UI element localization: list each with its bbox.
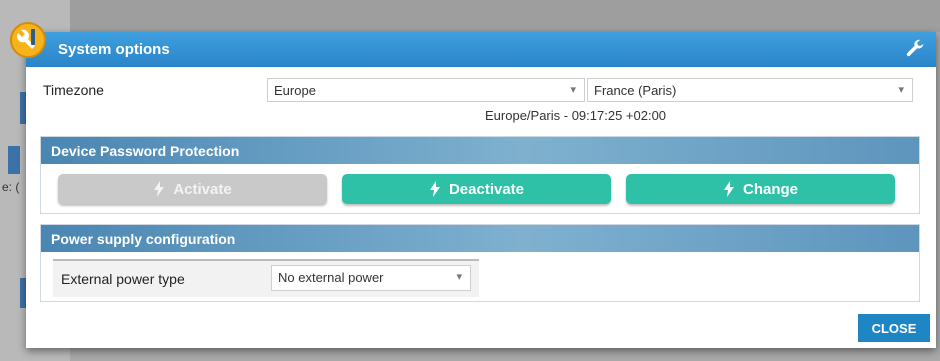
- timezone-region-select[interactable]: Europe ▾: [267, 78, 585, 102]
- background-app-text: e: (: [2, 180, 20, 194]
- deactivate-button[interactable]: Deactivate: [342, 174, 611, 204]
- deactivate-button-label: Deactivate: [448, 180, 525, 198]
- dialog-titlebar: System options: [26, 32, 936, 67]
- timezone-label: Timezone: [43, 82, 104, 98]
- background-app-button: [8, 146, 20, 174]
- bolt-icon: [429, 181, 440, 197]
- system-options-dialog: System options Timezone Europe ▾ France …: [10, 22, 936, 348]
- external-power-label: External power type: [61, 271, 185, 287]
- timezone-region-value: Europe: [274, 83, 316, 98]
- section-header: Power supply configuration: [41, 225, 919, 252]
- activate-button-label: Activate: [173, 180, 232, 198]
- background-app-header: [0, 0, 940, 32]
- external-power-value: No external power: [278, 270, 384, 285]
- wrench-icon[interactable]: [904, 38, 926, 60]
- power-supply-section: Power supply configuration External powe…: [40, 224, 920, 302]
- change-button-label: Change: [742, 180, 798, 198]
- caret-down-icon: ▾: [898, 84, 904, 96]
- app-icon: [10, 22, 46, 58]
- section-title: Power supply configuration: [51, 231, 236, 247]
- change-button[interactable]: Change: [626, 174, 895, 204]
- password-protection-section: Device Password Protection Activate Deac…: [40, 136, 920, 214]
- close-button[interactable]: CLOSE: [858, 314, 930, 342]
- section-header: Device Password Protection: [41, 137, 919, 164]
- caret-down-icon: ▾: [456, 271, 462, 283]
- bolt-icon: [154, 181, 165, 197]
- dialog-title: System options: [58, 41, 170, 58]
- bolt-icon: [723, 181, 734, 197]
- external-power-row: External power type No external power ▾: [53, 259, 479, 297]
- caret-down-icon: ▾: [570, 84, 576, 96]
- timezone-city-select[interactable]: France (Paris) ▾: [587, 78, 913, 102]
- timezone-info: Europe/Paris - 09:17:25 +02:00: [485, 108, 667, 123]
- activate-button[interactable]: Activate: [58, 174, 327, 204]
- external-power-select[interactable]: No external power ▾: [271, 265, 471, 291]
- section-title: Device Password Protection: [51, 143, 240, 159]
- timezone-city-value: France (Paris): [594, 83, 677, 98]
